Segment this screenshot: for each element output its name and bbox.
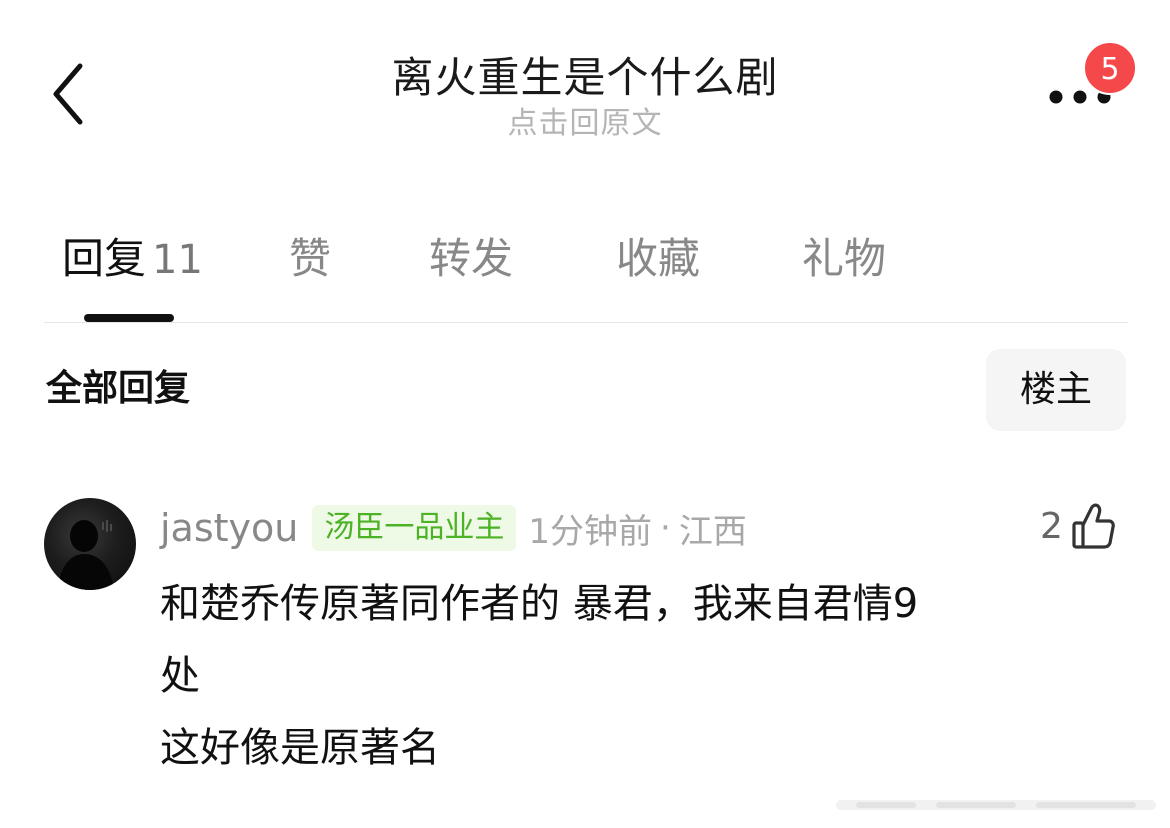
comment-time: 1分钟前 [528, 511, 653, 552]
chevron-left-icon [48, 62, 88, 130]
header-title-block: 离火重生是个什么剧 点击回原文 [285, 52, 885, 142]
tab-reposts-label: 转发 [429, 234, 514, 283]
meta-separator: · [660, 508, 671, 548]
back-to-original-link[interactable]: 点击回原文 [508, 106, 663, 142]
comment-line: 和楚乔传原著同作者的 暴君，我来自君情9 [160, 581, 919, 627]
comment-item: jastyou 汤臣一品业主 1分钟前 · 江西 2 和楚乔传原著同作者的 暴君… [0, 490, 1170, 790]
tab-favorites-label: 收藏 [616, 234, 701, 283]
back-button[interactable] [38, 58, 98, 134]
comment-line: 这好像是原著名 [160, 725, 440, 771]
tab-likes-label: 赞 [289, 234, 332, 283]
watermark-image [836, 790, 1156, 820]
active-tab-indicator [84, 314, 174, 322]
page-title: 离火重生是个什么剧 [391, 53, 779, 102]
tab-replies[interactable]: 回复 11 [62, 226, 203, 296]
comment-body: 和楚乔传原著同作者的 暴君，我来自君情9 处 这好像是原著名 [160, 568, 1120, 784]
like-button[interactable]: 2 [1040, 496, 1117, 556]
tab-bar: 回复 11 赞 转发 收藏 礼物 [0, 226, 1170, 296]
comment-location: 江西 [678, 511, 747, 552]
tab-replies-count: 11 [152, 237, 203, 283]
tab-gifts[interactable]: 礼物 [802, 226, 886, 296]
tabs-divider [44, 322, 1128, 323]
all-replies-title: 全部回复 [46, 368, 191, 409]
tab-reposts[interactable]: 转发 [429, 226, 513, 296]
tab-likes[interactable]: 赞 [289, 226, 331, 296]
comment-username[interactable]: jastyou [160, 506, 298, 550]
comment-meta: jastyou 汤臣一品业主 1分钟前 · 江西 [160, 504, 747, 552]
op-only-filter-button[interactable]: 楼主 [986, 349, 1126, 431]
notification-badge: 5 [1083, 41, 1137, 95]
avatar[interactable] [44, 498, 136, 590]
tab-replies-label: 回复 [62, 234, 147, 283]
tab-favorites[interactable]: 收藏 [616, 226, 700, 296]
like-count: 2 [1040, 505, 1063, 547]
comment-line: 处 [160, 653, 200, 699]
reply-detail-screen: 离火重生是个什么剧 点击回原文 5 回复 11 赞 转发 收藏 礼物 全部回复 … [0, 0, 1170, 828]
user-badge: 汤臣一品业主 [312, 505, 517, 551]
thumbs-up-icon [1071, 501, 1117, 551]
tab-gifts-label: 礼物 [802, 234, 887, 283]
